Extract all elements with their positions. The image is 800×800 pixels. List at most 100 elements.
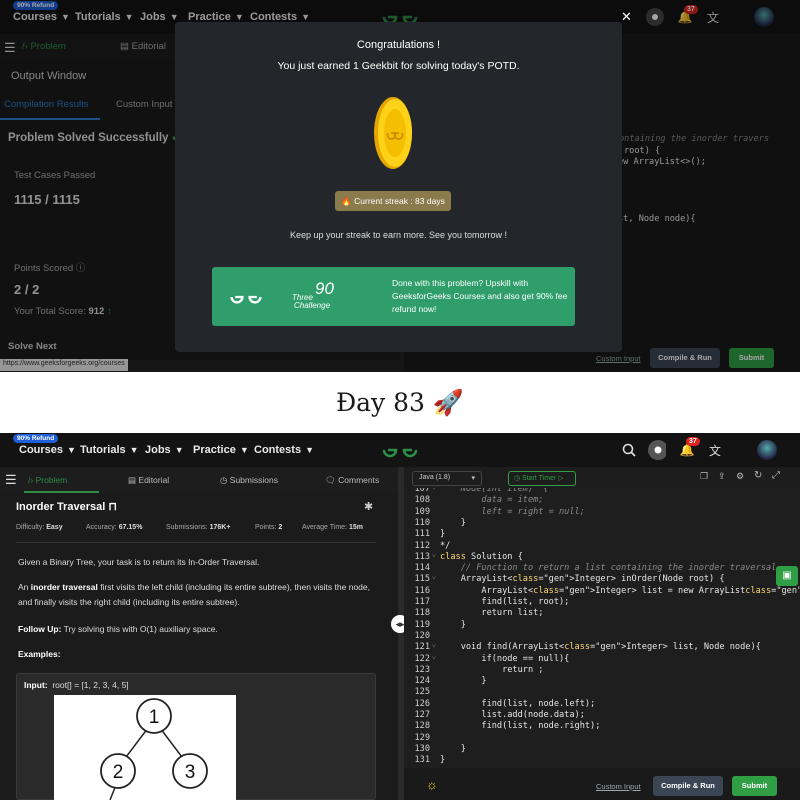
line-number: 125 bbox=[414, 687, 430, 698]
line-number: 107 bbox=[414, 488, 430, 494]
top-screenshot: 90% Refund Courses ▼ Tutorials ▼ Jobs ▼ Pra… bbox=[0, 0, 800, 372]
binary-tree-diagram: 1 2 3 bbox=[100, 698, 208, 800]
settings-icon[interactable]: ⚙ bbox=[736, 471, 744, 482]
code-text: find(list, root); bbox=[440, 597, 570, 607]
hint-bulb-icon[interactable]: ☼ bbox=[426, 777, 438, 792]
difficulty: Difficulty: Easy bbox=[16, 524, 63, 531]
line-number: 130 bbox=[414, 743, 430, 754]
code-text: Node(int item) { bbox=[440, 488, 549, 494]
chevron-down-icon: ▾ bbox=[471, 475, 475, 482]
nav-tutorials[interactable]: Tutorials ▼ bbox=[75, 11, 134, 23]
copy-icon[interactable]: ❐ bbox=[700, 471, 708, 482]
submit-button[interactable]: Submit bbox=[729, 348, 774, 368]
nav-contests[interactable]: Contests ▼ bbox=[254, 444, 314, 456]
bottom-nav: 90% Refund Courses ▼ Tutorials ▼ Jobs ▼ Pra… bbox=[0, 433, 800, 467]
line-number: 109 bbox=[414, 506, 430, 517]
code-text: list.add(node.data); bbox=[440, 710, 585, 720]
code-text: } bbox=[440, 676, 487, 687]
tab-compilation-results[interactable]: Compilation Results bbox=[4, 99, 88, 110]
test-cases-label: Test Cases Passed bbox=[14, 170, 96, 181]
promo-banner[interactable]: Three 90 Challenge Done with this proble… bbox=[212, 267, 575, 326]
points: Points: 2 bbox=[255, 524, 283, 531]
avatar[interactable] bbox=[754, 7, 774, 27]
inorder-explanation: An inorder traversal first visits the le… bbox=[18, 582, 370, 607]
follow-up: Follow Up: Try solving this with O(1) au… bbox=[18, 624, 218, 634]
menu-icon[interactable]: ☰ bbox=[5, 472, 17, 488]
code-text: } bbox=[440, 619, 466, 630]
theme-toggle-icon[interactable] bbox=[646, 8, 664, 26]
line-number: 123 bbox=[414, 664, 430, 675]
fullscreen-icon[interactable]: ⤢ bbox=[772, 470, 780, 481]
code-text: find(list, node.right); bbox=[440, 721, 601, 732]
code-text: } bbox=[440, 517, 466, 528]
problem-title: Inorder Traversal ⊓ bbox=[16, 501, 117, 513]
line-number: 129 bbox=[414, 732, 430, 743]
compile-run-button[interactable]: Compile & Run bbox=[650, 348, 720, 368]
code-text: } bbox=[440, 755, 446, 766]
code-text: // Function to return a list containing … bbox=[440, 563, 777, 574]
chat-icon[interactable]: ▣ bbox=[776, 566, 798, 586]
problem-description: Given a Binary Tree, your task is to ret… bbox=[18, 557, 260, 567]
promo-challenge: Challenge bbox=[294, 301, 331, 310]
code-editor[interactable]: 107 ˅ Node(int item) {108 data = item; 109… bbox=[404, 488, 800, 768]
bookmark-icon[interactable]: ⊓ bbox=[108, 501, 117, 513]
fold-icon[interactable]: ˅ bbox=[432, 552, 436, 560]
fold-icon[interactable]: ˅ bbox=[432, 488, 436, 492]
solve-next-link[interactable]: Solve Next bbox=[8, 341, 57, 352]
example-tree-image: 1 2 3 bbox=[54, 695, 236, 800]
upload-icon[interactable]: ⇪ bbox=[718, 471, 726, 482]
tab-editorial[interactable]: ▤ Editorial bbox=[128, 467, 169, 493]
total-score: Your Total Score: 912 ↑ bbox=[14, 306, 112, 317]
arrow-up-icon: ↑ bbox=[106, 306, 112, 317]
code-text: ArrayList<class="gen">Integer> list = ne… bbox=[440, 585, 800, 596]
average-time: Average Time: 15m bbox=[302, 524, 363, 531]
code-text: } bbox=[440, 529, 446, 540]
line-number: 110 bbox=[414, 517, 430, 528]
status-url: https://www.geeksforgeeks.org/courses bbox=[0, 359, 128, 371]
tab-editorial[interactable]: ▤ Editorial bbox=[120, 41, 166, 52]
fold-icon[interactable]: ˅ bbox=[432, 642, 436, 650]
search-icon[interactable] bbox=[620, 441, 638, 459]
custom-input-link[interactable]: Custom Input bbox=[596, 354, 641, 363]
line-number: 122 bbox=[414, 653, 430, 664]
tab-problem[interactable]: /› Problem bbox=[28, 467, 67, 493]
nav-courses[interactable]: Courses ▼ bbox=[19, 444, 76, 456]
gfg-logo-icon[interactable] bbox=[380, 439, 420, 461]
tab-custom-input[interactable]: Custom Input bbox=[116, 99, 173, 110]
translate-icon[interactable]: 文 bbox=[704, 8, 722, 26]
line-number: 128 bbox=[414, 721, 430, 732]
bug-report-icon[interactable]: ✱ bbox=[364, 500, 373, 513]
reset-icon[interactable]: ↻ bbox=[754, 470, 762, 481]
line-number: 124 bbox=[414, 676, 430, 687]
submit-button[interactable]: Submit bbox=[732, 776, 777, 796]
translate-icon[interactable]: 文 bbox=[706, 441, 724, 459]
custom-input-link[interactable]: Custom Input bbox=[596, 782, 641, 791]
line-number: 131 bbox=[414, 755, 430, 766]
fold-icon[interactable]: ˅ bbox=[432, 654, 436, 662]
tab-comments[interactable]: 🗨 Comments bbox=[325, 467, 379, 493]
nav-jobs[interactable]: Jobs ▼ bbox=[140, 11, 179, 23]
refund-badge: 90% Refund bbox=[13, 434, 59, 443]
fold-icon[interactable]: ˅ bbox=[432, 574, 436, 582]
submissions-count: Submissions: 176K+ bbox=[166, 524, 231, 531]
code-text: left = right = null; bbox=[440, 506, 585, 517]
bg-code-line: st, Node node){ bbox=[618, 214, 696, 224]
day-caption: Đay 83 🚀 bbox=[0, 372, 800, 433]
avatar[interactable] bbox=[757, 440, 777, 460]
tab-problem[interactable]: /› Problem bbox=[22, 41, 66, 52]
theme-toggle-icon[interactable] bbox=[648, 440, 666, 460]
nav-jobs[interactable]: Jobs ▼ bbox=[145, 444, 184, 456]
nav-practice[interactable]: Practice ▼ bbox=[193, 444, 249, 456]
compile-run-button[interactable]: Compile & Run bbox=[653, 776, 723, 796]
close-icon[interactable]: ✕ bbox=[621, 9, 635, 24]
play-icon: ▷ bbox=[558, 475, 564, 482]
line-number: 108 bbox=[414, 495, 430, 506]
timer-icon: ◷ bbox=[514, 475, 521, 482]
nav-courses[interactable]: Courses ▼ bbox=[13, 11, 70, 23]
language-select[interactable]: Java (1.8) ▾ bbox=[412, 471, 482, 486]
example-input: Input: root[] = [1, 2, 3, 4, 5] bbox=[24, 680, 129, 690]
nav-tutorials[interactable]: Tutorials ▼ bbox=[80, 444, 139, 456]
menu-icon[interactable]: ☰ bbox=[4, 40, 16, 56]
tab-submissions[interactable]: ◷ Submissions bbox=[220, 467, 278, 493]
start-timer-button[interactable]: ◷ Start Timer ▷ bbox=[508, 471, 576, 486]
